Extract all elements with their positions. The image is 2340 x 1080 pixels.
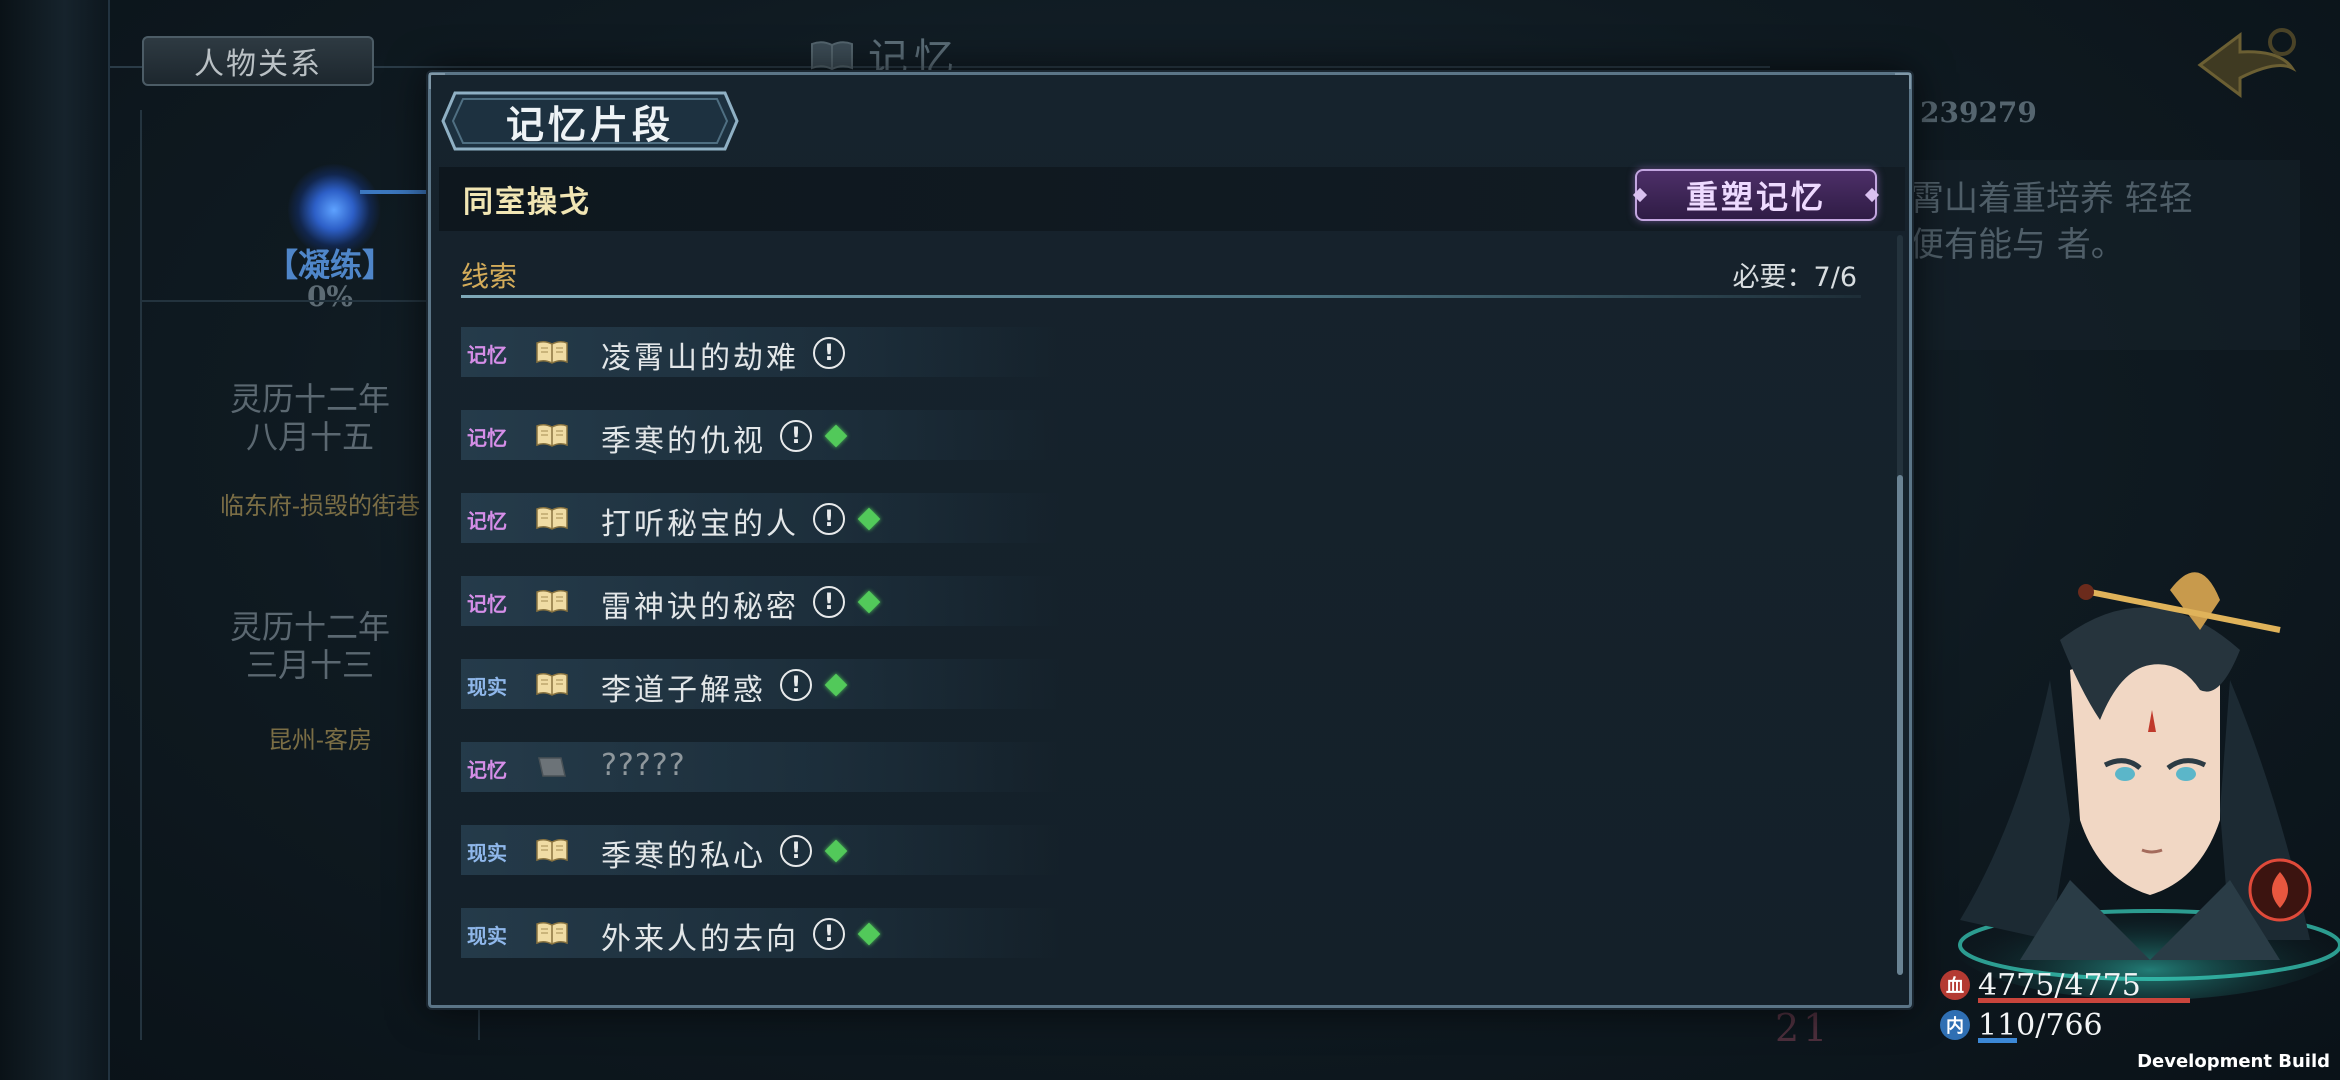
mp-icon: 内 [1940,1010,1970,1040]
alert-icon[interactable]: ! [780,669,812,701]
clue-type-tag: 记忆 [467,758,507,782]
dev-build-label: Development Build [2137,1051,2330,1072]
clue-type-tag: 记忆 [467,592,507,616]
corner-ornament [1895,73,1911,89]
alert-icon[interactable]: ! [813,337,845,369]
reshape-memory-button[interactable]: 重塑记忆 [1632,169,1880,221]
detail-text: 霄山着重培养 轻轻便有能与 者。 [1910,179,2193,265]
clue-row[interactable]: 记忆 季寒的仇视! [461,404,1061,466]
clue-type-tag: 现实 [467,924,507,948]
book-spine [0,0,110,1080]
stage-number: 21 [1775,1006,1832,1050]
record-id: 239279 [1920,96,2037,129]
fragment-name: 同室操戈 [463,185,591,220]
book-icon [811,41,853,71]
open-book-icon [536,423,568,447]
clue-row[interactable]: 记忆????? [461,736,1061,798]
clue-title: 打听秘宝的人 [601,507,799,542]
alert-icon[interactable]: ! [813,503,845,535]
mp-row: 内 110/766 [1940,1006,2103,1044]
clue-type-tag: 现实 [467,675,507,699]
clues-divider [461,295,1861,298]
clue-title: 外来人的去向 [601,922,799,957]
clues-heading: 线索 [461,260,518,293]
alert-icon[interactable]: ! [780,420,812,452]
diamond-icon [1864,187,1880,203]
clue-row[interactable]: 记忆 打听秘宝的人! [461,487,1061,549]
open-book-icon [536,921,568,945]
back-arrow-icon[interactable] [2180,20,2310,110]
clue-type-tag: 记忆 [467,509,507,533]
timeline-date-2: 灵历十二年 三月十三 [229,608,390,684]
mp-bar [1978,1038,2017,1043]
clue-title: 李道子解惑 [601,673,766,708]
clue-row[interactable]: 现实 外来人的去向! [461,902,1061,964]
modal-title-plate: 记忆片段 [441,89,739,153]
open-book-icon [536,340,568,364]
clue-type-tag: 记忆 [467,343,507,367]
open-book-icon [536,838,568,862]
alert-icon[interactable]: ! [813,918,845,950]
clue-row[interactable]: 现实 李道子解惑! [461,653,1061,715]
clue-title: ????? [601,748,686,783]
clue-row[interactable]: 现实 季寒的私心! [461,819,1061,881]
refine-percent: 0% [306,280,354,313]
clue-title: 季寒的私心 [601,839,766,874]
hp-icon: 血 [1940,970,1970,1000]
clue-row[interactable]: 记忆 凌霄山的劫难! [461,321,1061,383]
clue-type-tag: 记忆 [467,426,507,450]
diamond-icon [1632,187,1648,203]
clue-title: 季寒的仇视 [601,424,766,459]
modal-title: 记忆片段 [505,101,674,147]
clue-title: 凌霄山的劫难 [601,341,799,376]
clue-title: 雷神诀的秘密 [601,590,799,625]
required-count: 必要：7/6 [1732,262,1857,293]
alert-icon[interactable]: ! [780,835,812,867]
open-book-icon [536,506,568,530]
open-book-icon [536,672,568,696]
timeline-date-1: 灵历十二年 八月十五 [229,380,390,456]
reshape-memory-label: 重塑记忆 [1685,178,1826,216]
clue-type-tag: 现实 [467,841,507,865]
clue-row[interactable]: 记忆 雷神诀的秘密! [461,570,1061,632]
character-portrait[interactable] [1900,560,2340,1000]
memory-fragment-modal: 记忆片段 同室操戈 重塑记忆 线索 必要：7/6 记忆 凌霄山的劫难! 记忆 季寒的仇… [428,72,1912,1008]
alert-icon[interactable]: ! [813,586,845,618]
relation-tab[interactable]: 人物关系 [142,36,374,86]
corner-ornament [429,73,445,89]
open-book-icon [536,589,568,613]
locked-book-icon [538,757,566,777]
hp-bar [1978,998,2190,1003]
